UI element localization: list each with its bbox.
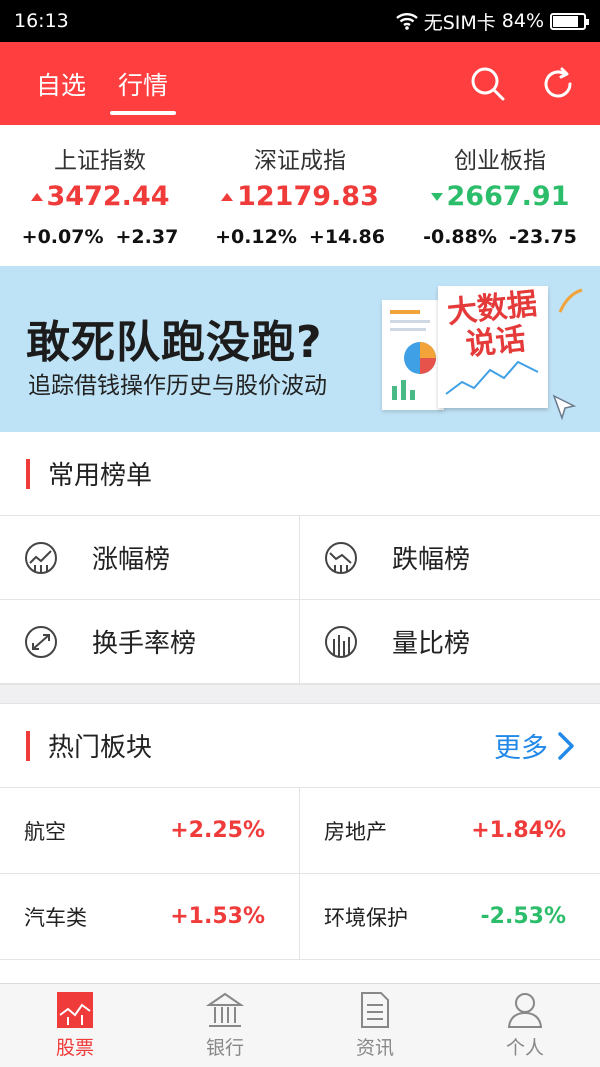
hot-sectors-header: 热门板块 更多 bbox=[0, 704, 600, 788]
tabbar-label: 股票 bbox=[55, 1037, 94, 1059]
index-chg: -23.75 bbox=[508, 226, 577, 248]
section-divider bbox=[0, 684, 600, 704]
carrier-label: 无SIM卡 bbox=[423, 11, 496, 34]
more-label: 更多 bbox=[494, 733, 548, 764]
section-marker bbox=[26, 730, 30, 761]
banner-report-illustration bbox=[382, 300, 444, 410]
tabbar-personal[interactable]: 个人 bbox=[450, 984, 600, 1067]
tabbar-bank[interactable]: 银行 bbox=[150, 984, 300, 1067]
confetti-icon bbox=[558, 288, 583, 313]
person-icon bbox=[507, 993, 543, 1028]
battery-percent: 84% bbox=[501, 10, 544, 32]
tabbar-label: 资讯 bbox=[355, 1037, 394, 1059]
banner-badge-text: 大数据 说话 bbox=[441, 286, 548, 365]
list-label: 涨幅榜 bbox=[92, 545, 171, 575]
refresh-icon[interactable] bbox=[540, 66, 576, 102]
chevron-right-icon bbox=[558, 731, 574, 760]
sector-name: 环境保护 bbox=[324, 905, 408, 930]
banner-subtitle: 追踪借钱操作历史与股价波动 bbox=[28, 373, 327, 399]
sector-item[interactable]: 环境保护 -2.53% bbox=[300, 874, 600, 960]
status-bar: 16:13 无SIM卡 84% bbox=[0, 0, 600, 42]
tabbar-stocks[interactable]: 股票 bbox=[0, 984, 150, 1067]
search-icon[interactable] bbox=[470, 66, 506, 102]
tabbar-label: 个人 bbox=[505, 1037, 544, 1059]
index-pct: +0.12% bbox=[215, 226, 297, 248]
index-name: 上证指数 bbox=[54, 148, 146, 174]
clock: 16:13 bbox=[14, 10, 69, 32]
sector-item[interactable]: 航空 +2.25% bbox=[0, 788, 300, 874]
wifi-icon bbox=[395, 13, 418, 30]
news-icon bbox=[361, 992, 389, 1028]
section-marker bbox=[26, 458, 30, 489]
volume-ratio-icon bbox=[325, 625, 357, 658]
list-turnover[interactable]: 换手率榜 bbox=[0, 600, 300, 684]
index-shanghai[interactable]: 上证指数 3472.44 +0.07% +2.37 bbox=[0, 141, 200, 266]
list-losers[interactable]: 跌幅榜 bbox=[300, 516, 600, 600]
bottom-tabbar: 股票 银行 资讯 个人 bbox=[0, 983, 600, 1067]
market-indices: 上证指数 3472.44 +0.07% +2.37 深证成指 12179.83 +… bbox=[0, 125, 600, 266]
banner-headline: 敢死队跑没跑? bbox=[26, 317, 323, 368]
section-title: 热门板块 bbox=[48, 733, 153, 763]
hot-sectors-grid: 航空 +2.25% 房地产 +1.84% 汽车类 +1.53% 环境保护 -2.… bbox=[0, 788, 600, 960]
index-chg: +14.86 bbox=[308, 226, 385, 248]
sector-name: 房地产 bbox=[324, 819, 387, 844]
tab-market-label: 行情 bbox=[118, 70, 169, 100]
list-label: 跌幅榜 bbox=[392, 545, 471, 575]
bank-icon bbox=[206, 992, 244, 1027]
top-navbar: 自选 行情 bbox=[0, 42, 600, 125]
index-price: 2667.91 bbox=[446, 181, 570, 212]
index-price: 3472.44 bbox=[46, 181, 170, 212]
section-title: 常用榜单 bbox=[48, 461, 153, 491]
fall-chart-icon bbox=[325, 541, 357, 574]
list-label: 量比榜 bbox=[392, 629, 471, 659]
sector-change: +1.84% bbox=[471, 818, 566, 843]
up-arrow-icon bbox=[221, 192, 234, 201]
tab-favorites[interactable]: 自选 bbox=[20, 42, 102, 125]
index-pct: -0.88% bbox=[423, 226, 497, 248]
sector-item[interactable]: 汽车类 +1.53% bbox=[0, 874, 300, 960]
down-arrow-icon bbox=[430, 192, 443, 201]
index-chg: +2.37 bbox=[115, 226, 179, 248]
turnover-icon bbox=[25, 625, 57, 658]
rise-chart-icon bbox=[25, 541, 57, 574]
index-price: 12179.83 bbox=[237, 181, 379, 212]
list-label: 换手率榜 bbox=[92, 629, 197, 659]
tabbar-label: 银行 bbox=[205, 1037, 244, 1059]
index-name: 深证成指 bbox=[254, 148, 346, 174]
sector-change: +1.53% bbox=[170, 904, 265, 929]
battery-icon bbox=[550, 12, 589, 30]
index-name: 创业板指 bbox=[454, 148, 546, 174]
tab-favorites-label: 自选 bbox=[36, 70, 87, 100]
sector-name: 航空 bbox=[24, 819, 66, 844]
more-sectors-link[interactable]: 更多 bbox=[494, 726, 576, 765]
list-volume-ratio[interactable]: 量比榜 bbox=[300, 600, 600, 684]
list-gainers[interactable]: 涨幅榜 bbox=[0, 516, 300, 600]
sector-item[interactable]: 房地产 +1.84% bbox=[300, 788, 600, 874]
promo-banner[interactable]: 敢死队跑没跑? 追踪借钱操作历史与股价波动 大数据 说话 bbox=[0, 266, 600, 432]
common-lists-header: 常用榜单 bbox=[0, 432, 600, 516]
sector-change: +2.25% bbox=[170, 818, 265, 843]
cursor-icon bbox=[552, 394, 577, 421]
stock-icon bbox=[57, 992, 93, 1028]
index-pct: +0.07% bbox=[21, 226, 104, 248]
sector-change: -2.53% bbox=[480, 904, 566, 929]
up-arrow-icon bbox=[30, 192, 43, 201]
tab-market[interactable]: 行情 bbox=[102, 42, 184, 125]
index-shenzhen[interactable]: 深证成指 12179.83 +0.12% +14.86 bbox=[200, 141, 400, 266]
common-lists-grid: 涨幅榜 跌幅榜 换手率榜 量比榜 bbox=[0, 516, 600, 684]
tabbar-news[interactable]: 资讯 bbox=[300, 984, 450, 1067]
index-chinext[interactable]: 创业板指 2667.91 -0.88% -23.75 bbox=[400, 141, 600, 266]
sector-name: 汽车类 bbox=[24, 905, 87, 930]
